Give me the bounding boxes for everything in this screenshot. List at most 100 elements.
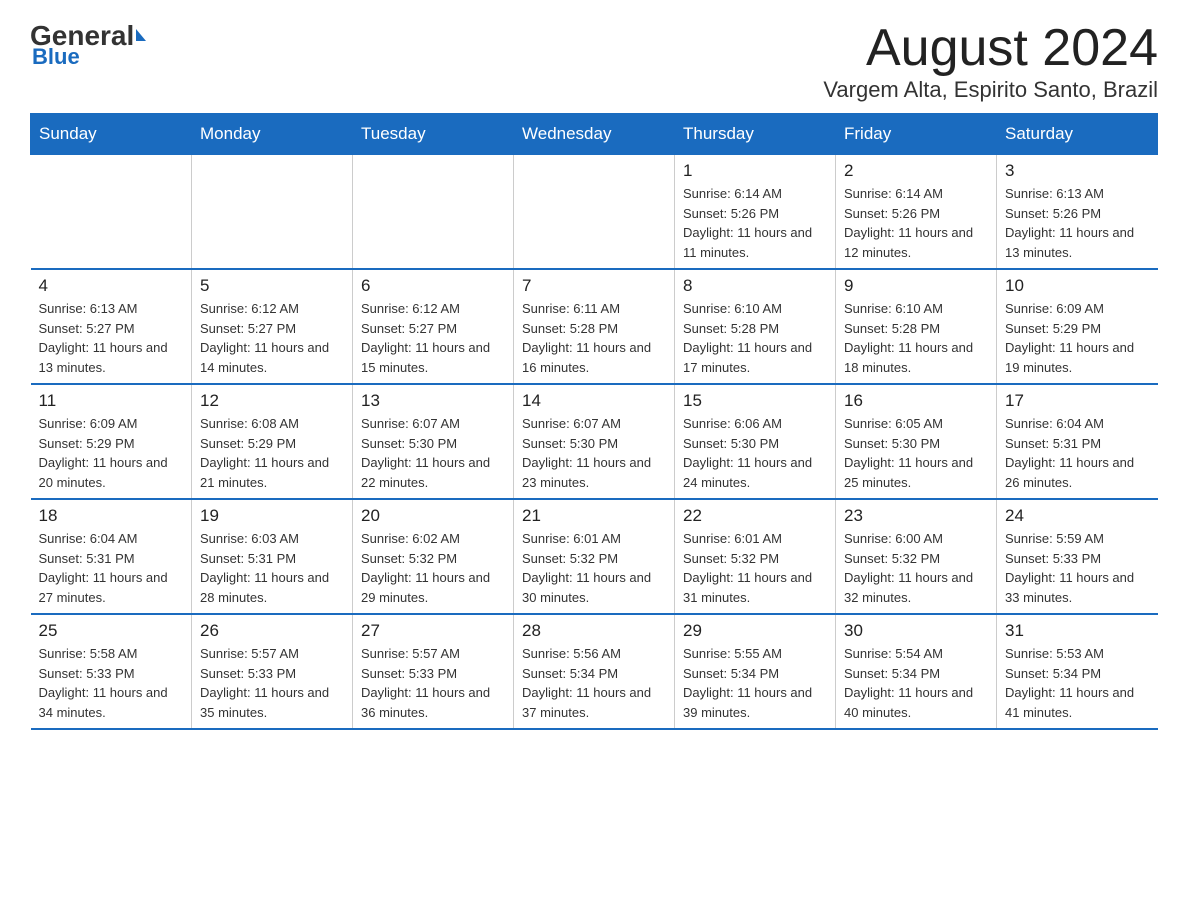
day-cell: 6 Sunrise: 6:12 AMSunset: 5:27 PMDaylight… bbox=[353, 269, 514, 384]
day-number: 24 bbox=[1005, 506, 1150, 526]
day-info: Sunrise: 6:13 AMSunset: 5:26 PMDaylight:… bbox=[1005, 184, 1150, 262]
day-cell: 22 Sunrise: 6:01 AMSunset: 5:32 PMDayligh… bbox=[675, 499, 836, 614]
day-cell: 24Sunrise: 5:59 AMSunset: 5:33 PMDayligh… bbox=[997, 499, 1158, 614]
weekday-header-thursday: Thursday bbox=[675, 114, 836, 155]
day-cell: 11 Sunrise: 6:09 AMSunset: 5:29 PMDayligh… bbox=[31, 384, 192, 499]
day-info: Sunrise: 6:09 AMSunset: 5:29 PMDaylight:… bbox=[1005, 299, 1150, 377]
day-cell: 30 Sunrise: 5:54 AMSunset: 5:34 PMDayligh… bbox=[836, 614, 997, 729]
weekday-header-saturday: Saturday bbox=[997, 114, 1158, 155]
day-number: 6 bbox=[361, 276, 505, 296]
day-number: 1 bbox=[683, 161, 827, 181]
day-number: 12 bbox=[200, 391, 344, 411]
day-number: 4 bbox=[39, 276, 184, 296]
day-info: Sunrise: 5:57 AMSunset: 5:33 PMDaylight:… bbox=[200, 644, 344, 722]
week-row-2: 4 Sunrise: 6:13 AMSunset: 5:27 PMDaylight… bbox=[31, 269, 1158, 384]
month-title: August 2024 bbox=[823, 20, 1158, 77]
week-row-5: 25 Sunrise: 5:58 AMSunset: 5:33 PMDayligh… bbox=[31, 614, 1158, 729]
day-info: Sunrise: 6:04 AMSunset: 5:31 PMDaylight:… bbox=[39, 529, 184, 607]
calendar-table: SundayMondayTuesdayWednesdayThursdayFrid… bbox=[30, 113, 1158, 730]
page-header: General Blue August 2024 Vargem Alta, Es… bbox=[30, 20, 1158, 103]
day-cell: 10 Sunrise: 6:09 AMSunset: 5:29 PMDayligh… bbox=[997, 269, 1158, 384]
weekday-header-monday: Monday bbox=[192, 114, 353, 155]
day-cell: 31Sunrise: 5:53 AMSunset: 5:34 PMDayligh… bbox=[997, 614, 1158, 729]
title-block: August 2024 Vargem Alta, Espirito Santo,… bbox=[823, 20, 1158, 103]
weekday-header-friday: Friday bbox=[836, 114, 997, 155]
day-cell: 28 Sunrise: 5:56 AMSunset: 5:34 PMDayligh… bbox=[514, 614, 675, 729]
day-number: 21 bbox=[522, 506, 666, 526]
day-number: 10 bbox=[1005, 276, 1150, 296]
day-number: 27 bbox=[361, 621, 505, 641]
day-cell: 21Sunrise: 6:01 AMSunset: 5:32 PMDayligh… bbox=[514, 499, 675, 614]
day-cell: 27 Sunrise: 5:57 AMSunset: 5:33 PMDayligh… bbox=[353, 614, 514, 729]
day-info: Sunrise: 6:12 AMSunset: 5:27 PMDaylight:… bbox=[200, 299, 344, 377]
day-cell: 18 Sunrise: 6:04 AMSunset: 5:31 PMDayligh… bbox=[31, 499, 192, 614]
day-info: Sunrise: 5:57 AMSunset: 5:33 PMDaylight:… bbox=[361, 644, 505, 722]
day-info: Sunrise: 6:01 AMSunset: 5:32 PMDaylight:… bbox=[683, 529, 827, 607]
day-number: 7 bbox=[522, 276, 666, 296]
day-cell: 23 Sunrise: 6:00 AMSunset: 5:32 PMDayligh… bbox=[836, 499, 997, 614]
day-cell bbox=[192, 155, 353, 270]
day-number: 22 bbox=[683, 506, 827, 526]
day-number: 13 bbox=[361, 391, 505, 411]
day-number: 28 bbox=[522, 621, 666, 641]
day-cell: 4 Sunrise: 6:13 AMSunset: 5:27 PMDaylight… bbox=[31, 269, 192, 384]
day-info: Sunrise: 6:07 AMSunset: 5:30 PMDaylight:… bbox=[522, 414, 666, 492]
day-number: 5 bbox=[200, 276, 344, 296]
day-info: Sunrise: 5:58 AMSunset: 5:33 PMDaylight:… bbox=[39, 644, 184, 722]
day-info: Sunrise: 6:03 AMSunset: 5:31 PMDaylight:… bbox=[200, 529, 344, 607]
weekday-header-row: SundayMondayTuesdayWednesdayThursdayFrid… bbox=[31, 114, 1158, 155]
day-info: Sunrise: 6:14 AMSunset: 5:26 PMDaylight:… bbox=[844, 184, 988, 262]
location-title: Vargem Alta, Espirito Santo, Brazil bbox=[823, 77, 1158, 103]
day-number: 31 bbox=[1005, 621, 1150, 641]
day-cell: 26 Sunrise: 5:57 AMSunset: 5:33 PMDayligh… bbox=[192, 614, 353, 729]
day-cell: 1 Sunrise: 6:14 AMSunset: 5:26 PMDaylight… bbox=[675, 155, 836, 270]
day-number: 2 bbox=[844, 161, 988, 181]
day-cell: 2 Sunrise: 6:14 AMSunset: 5:26 PMDaylight… bbox=[836, 155, 997, 270]
day-info: Sunrise: 5:56 AMSunset: 5:34 PMDaylight:… bbox=[522, 644, 666, 722]
logo-blue-text: Blue bbox=[32, 44, 80, 70]
day-number: 30 bbox=[844, 621, 988, 641]
week-row-4: 18 Sunrise: 6:04 AMSunset: 5:31 PMDayligh… bbox=[31, 499, 1158, 614]
day-info: Sunrise: 6:04 AMSunset: 5:31 PMDaylight:… bbox=[1005, 414, 1150, 492]
day-cell bbox=[514, 155, 675, 270]
day-number: 25 bbox=[39, 621, 184, 641]
day-number: 3 bbox=[1005, 161, 1150, 181]
day-cell: 7 Sunrise: 6:11 AMSunset: 5:28 PMDaylight… bbox=[514, 269, 675, 384]
day-info: Sunrise: 5:54 AMSunset: 5:34 PMDaylight:… bbox=[844, 644, 988, 722]
day-info: Sunrise: 6:14 AMSunset: 5:26 PMDaylight:… bbox=[683, 184, 827, 262]
day-info: Sunrise: 5:55 AMSunset: 5:34 PMDaylight:… bbox=[683, 644, 827, 722]
day-cell bbox=[31, 155, 192, 270]
day-info: Sunrise: 6:02 AMSunset: 5:32 PMDaylight:… bbox=[361, 529, 505, 607]
day-info: Sunrise: 6:00 AMSunset: 5:32 PMDaylight:… bbox=[844, 529, 988, 607]
day-info: Sunrise: 6:11 AMSunset: 5:28 PMDaylight:… bbox=[522, 299, 666, 377]
week-row-1: 1 Sunrise: 6:14 AMSunset: 5:26 PMDaylight… bbox=[31, 155, 1158, 270]
day-cell: 9Sunrise: 6:10 AMSunset: 5:28 PMDaylight… bbox=[836, 269, 997, 384]
day-info: Sunrise: 6:13 AMSunset: 5:27 PMDaylight:… bbox=[39, 299, 184, 377]
day-cell: 8 Sunrise: 6:10 AMSunset: 5:28 PMDaylight… bbox=[675, 269, 836, 384]
day-cell: 20 Sunrise: 6:02 AMSunset: 5:32 PMDayligh… bbox=[353, 499, 514, 614]
day-cell: 3 Sunrise: 6:13 AMSunset: 5:26 PMDaylight… bbox=[997, 155, 1158, 270]
day-number: 17 bbox=[1005, 391, 1150, 411]
day-number: 8 bbox=[683, 276, 827, 296]
day-info: Sunrise: 6:10 AMSunset: 5:28 PMDaylight:… bbox=[844, 299, 988, 377]
day-number: 26 bbox=[200, 621, 344, 641]
day-info: Sunrise: 6:10 AMSunset: 5:28 PMDaylight:… bbox=[683, 299, 827, 377]
day-info: Sunrise: 6:12 AMSunset: 5:27 PMDaylight:… bbox=[361, 299, 505, 377]
day-cell: 19 Sunrise: 6:03 AMSunset: 5:31 PMDayligh… bbox=[192, 499, 353, 614]
weekday-header-sunday: Sunday bbox=[31, 114, 192, 155]
weekday-header-wednesday: Wednesday bbox=[514, 114, 675, 155]
day-number: 16 bbox=[844, 391, 988, 411]
day-cell: 25 Sunrise: 5:58 AMSunset: 5:33 PMDayligh… bbox=[31, 614, 192, 729]
day-cell: 17 Sunrise: 6:04 AMSunset: 5:31 PMDayligh… bbox=[997, 384, 1158, 499]
day-number: 20 bbox=[361, 506, 505, 526]
day-number: 15 bbox=[683, 391, 827, 411]
day-info: Sunrise: 6:07 AMSunset: 5:30 PMDaylight:… bbox=[361, 414, 505, 492]
day-number: 23 bbox=[844, 506, 988, 526]
day-cell: 12Sunrise: 6:08 AMSunset: 5:29 PMDayligh… bbox=[192, 384, 353, 499]
day-number: 11 bbox=[39, 391, 184, 411]
week-row-3: 11 Sunrise: 6:09 AMSunset: 5:29 PMDayligh… bbox=[31, 384, 1158, 499]
day-number: 18 bbox=[39, 506, 184, 526]
day-info: Sunrise: 6:09 AMSunset: 5:29 PMDaylight:… bbox=[39, 414, 184, 492]
day-cell: 13 Sunrise: 6:07 AMSunset: 5:30 PMDayligh… bbox=[353, 384, 514, 499]
day-number: 19 bbox=[200, 506, 344, 526]
